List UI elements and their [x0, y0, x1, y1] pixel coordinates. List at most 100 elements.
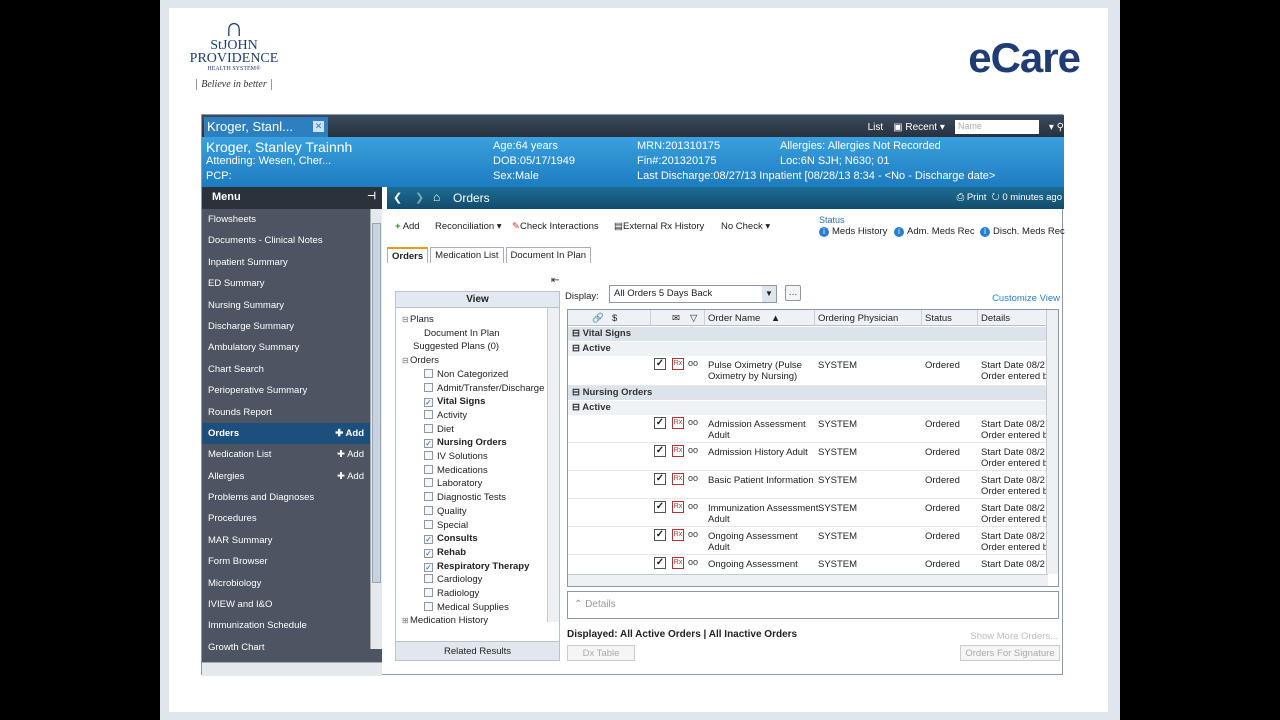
tree-node[interactable]: ⊟Plans: [402, 314, 434, 325]
tab-medication-list[interactable]: Medication List: [430, 247, 504, 263]
view-scrollbar[interactable]: [547, 308, 559, 622]
filter-icon[interactable]: ▽: [690, 313, 697, 324]
reconciliation-button[interactable]: Reconciliation ▾: [435, 221, 502, 232]
more-options-button[interactable]: …: [785, 285, 801, 301]
external-rx-button[interactable]: ▤External Rx History: [614, 221, 704, 232]
collapse-icon[interactable]: ⊟: [402, 315, 410, 324]
sidebar-add-button[interactable]: ✚ Add: [337, 471, 364, 482]
collapse-icon[interactable]: ⊟: [572, 402, 582, 413]
checkbox[interactable]: [424, 601, 433, 611]
group-row[interactable]: ⊟ Nursing Orders: [568, 386, 1048, 400]
dx-table-button[interactable]: Dx Table: [567, 645, 635, 661]
checkbox[interactable]: [424, 574, 433, 584]
tree-node[interactable]: ✓ Consults: [424, 533, 478, 545]
tree-node[interactable]: Cardiology: [424, 574, 482, 585]
sidebar-item[interactable]: Rounds Report: [202, 402, 370, 423]
tree-node[interactable]: IV Solutions: [424, 451, 488, 462]
orders-for-signature-button[interactable]: Orders For Signature: [960, 645, 1060, 661]
print-button[interactable]: ⎙ Print: [957, 192, 987, 203]
menu-hscrollbar[interactable]: [202, 662, 382, 676]
checkbox[interactable]: ✓: [424, 398, 433, 408]
show-more-orders-link[interactable]: Show More Orders...: [970, 631, 1058, 642]
sidebar-item[interactable]: Nursing Summary: [202, 295, 370, 316]
checkbox[interactable]: [424, 478, 433, 488]
tree-node[interactable]: ✓ Respiratory Therapy: [424, 561, 529, 572]
checkbox[interactable]: ✓: [424, 548, 433, 558]
sidebar-item[interactable]: Problems and Diagnoses: [202, 487, 370, 508]
table-row[interactable]: ✓ Rx oo Basic Patient Information SYSTEM Orde…: [568, 471, 1048, 499]
expand-icon[interactable]: ⊞: [402, 616, 410, 625]
tab-orders[interactable]: Orders: [387, 247, 429, 263]
collapse-icon[interactable]: ⊟: [572, 387, 583, 398]
tree-node[interactable]: Laboratory: [424, 478, 482, 489]
col-status[interactable]: Status: [925, 313, 952, 324]
sidebar-item[interactable]: Form Browser: [202, 551, 370, 572]
checkbox[interactable]: [424, 451, 433, 460]
collapse-icon[interactable]: ⊟: [572, 343, 582, 354]
sidebar-item[interactable]: Documents - Clinical Notes: [202, 230, 370, 251]
checkbox[interactable]: [424, 519, 433, 529]
tree-node[interactable]: Diet: [424, 423, 454, 435]
menu-scroll-thumb[interactable]: [372, 223, 381, 583]
col-physician[interactable]: Ordering Physician: [818, 313, 898, 324]
tree-node[interactable]: ✓ Nursing Orders: [424, 437, 507, 449]
tree-node[interactable]: Diagnostic Tests: [424, 492, 506, 503]
pin-icon[interactable]: ⊣: [367, 191, 376, 202]
collapse-icon[interactable]: ⊟: [572, 328, 583, 339]
checkbox[interactable]: [424, 382, 433, 392]
checkbox[interactable]: [424, 492, 433, 502]
customize-view-link[interactable]: Customize View: [992, 293, 1060, 304]
table-row[interactable]: ✓ Rx oo Admission Assessment Adult SYSTEM Orde…: [568, 415, 1048, 443]
tree-node[interactable]: ✓ Vital Signs: [424, 396, 485, 408]
sidebar-item[interactable]: Microbiology: [202, 573, 370, 594]
sidebar-item[interactable]: Orders ✚ Add: [202, 422, 370, 445]
tab-document-in-plan[interactable]: Document In Plan: [505, 247, 592, 263]
table-row[interactable]: ✓ Rx oo Pulse Oximetry (Pulse Oximetry by Nu…: [568, 356, 1048, 386]
display-filter-select[interactable]: All Orders 5 Days Back ▼: [609, 285, 777, 303]
sidebar-item[interactable]: Flowsheets: [202, 209, 370, 230]
status-group-row[interactable]: ⊟ Active: [568, 342, 1048, 356]
tree-node[interactable]: Document In Plan: [424, 328, 500, 339]
tree-node[interactable]: ⊟Orders: [402, 355, 439, 366]
checkbox[interactable]: [424, 464, 433, 474]
sidebar-item[interactable]: Perioperative Summary: [202, 380, 370, 401]
grid-vscrollbar[interactable]: [1046, 310, 1058, 574]
sidebar-item[interactable]: Growth Chart: [202, 637, 370, 658]
chevron-down-icon[interactable]: ▼: [762, 286, 776, 302]
close-icon[interactable]: ✕: [313, 121, 324, 132]
home-icon[interactable]: ⌂: [433, 190, 440, 204]
tree-node[interactable]: Non Categorized: [424, 368, 508, 380]
tree-node[interactable]: Special: [424, 519, 468, 531]
check-interactions-button[interactable]: ✎Check Interactions: [512, 221, 599, 232]
recent-button[interactable]: ▣ Recent ▾: [893, 122, 945, 133]
sidebar-item[interactable]: MAR Summary: [202, 530, 370, 551]
tree-node[interactable]: ✓ Rehab: [424, 547, 466, 558]
sidebar-item[interactable]: ED Summary: [202, 273, 370, 294]
sidebar-item[interactable]: Allergies ✚ Add: [202, 466, 370, 487]
tree-node[interactable]: Radiology: [424, 588, 479, 599]
checkbox[interactable]: ✓: [424, 562, 433, 572]
sidebar-item[interactable]: Immunization Schedule: [202, 615, 370, 636]
back-icon[interactable]: ❮: [393, 191, 402, 204]
sidebar-add-button[interactable]: ✚ Add: [337, 449, 364, 460]
col-details[interactable]: Details: [981, 313, 1010, 324]
tree-node[interactable]: Medical Supplies: [424, 601, 509, 613]
refresh-button[interactable]: ↻ 0 minutes ago: [992, 192, 1062, 203]
menu-scrollbar[interactable]: [370, 209, 382, 649]
grid-hscrollbar[interactable]: [568, 574, 1048, 586]
checkbox[interactable]: [424, 505, 433, 515]
table-row[interactable]: ✓ Rx oo Immunization Assessment Adult SYSTEM O…: [568, 499, 1048, 527]
sidebar-item[interactable]: IVIEW and I&O: [202, 594, 370, 615]
forward-icon[interactable]: ❯: [415, 191, 424, 204]
collapse-icon[interactable]: ⊟: [402, 356, 410, 365]
checkbox[interactable]: [424, 368, 433, 378]
sidebar-item[interactable]: Medication List ✚ Add: [202, 444, 370, 465]
disch-meds-rec-button[interactable]: i Disch. Meds Rec: [980, 226, 1065, 237]
tree-node[interactable]: Medications: [424, 464, 488, 476]
related-results-button[interactable]: Related Results: [395, 641, 560, 661]
tree-node[interactable]: Activity: [424, 409, 467, 421]
name-search-input[interactable]: Name: [954, 120, 1039, 134]
table-row[interactable]: ✓ Rx oo Ongoing Assessment Adult SYSTEM Ordere…: [568, 527, 1048, 555]
status-group-row[interactable]: ⊟ Active: [568, 401, 1048, 415]
tree-node[interactable]: ⊞Medication History: [402, 615, 488, 626]
